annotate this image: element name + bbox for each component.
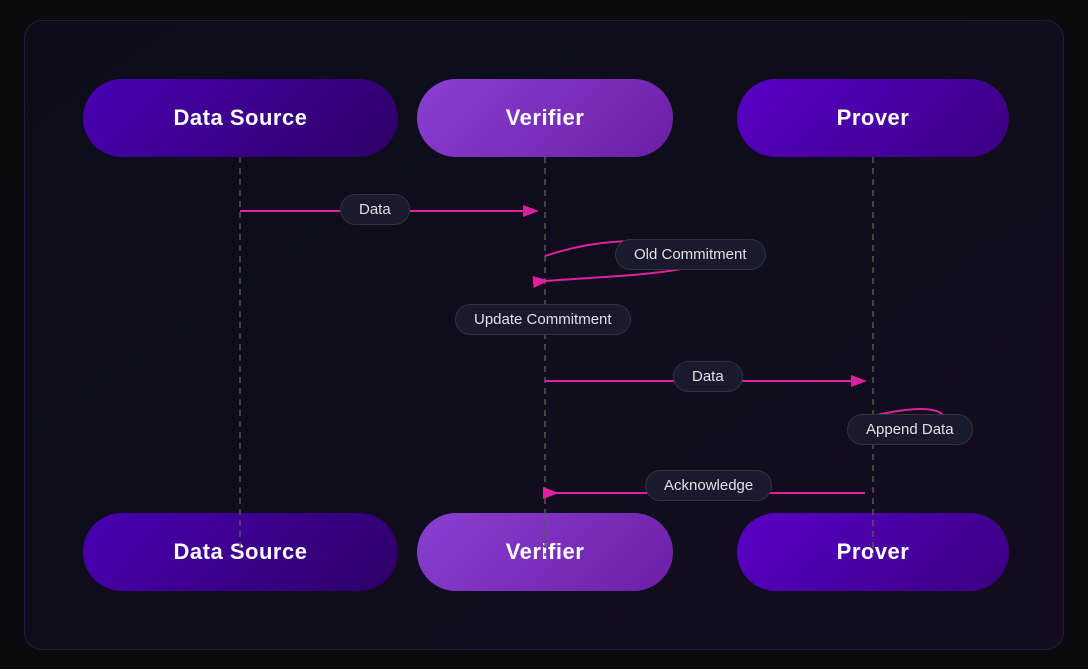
prover-bot-label: Prover [837, 539, 910, 565]
node-prover-top: Prover [737, 79, 1009, 157]
datasource-top-label: Data Source [174, 105, 308, 131]
label-data-2: Data [673, 361, 743, 392]
label-acknowledge: Acknowledge [645, 470, 772, 501]
verifier-top-label: Verifier [506, 105, 585, 131]
node-datasource-bot: Data Source [83, 513, 398, 591]
node-datasource-top: Data Source [83, 79, 398, 157]
label-append-data: Append Data [847, 414, 973, 445]
label-old-commitment: Old Commitment [615, 239, 766, 270]
datasource-bot-label: Data Source [174, 539, 308, 565]
node-verifier-top: Verifier [417, 79, 673, 157]
prover-top-label: Prover [837, 105, 910, 131]
diagram-container: Data Source Verifier Prover Data Source … [24, 20, 1064, 650]
verifier-bot-label: Verifier [506, 539, 585, 565]
node-prover-bot: Prover [737, 513, 1009, 591]
node-verifier-bot: Verifier [417, 513, 673, 591]
label-data-1: Data [340, 194, 410, 225]
label-update-commitment: Update Commitment [455, 304, 631, 335]
